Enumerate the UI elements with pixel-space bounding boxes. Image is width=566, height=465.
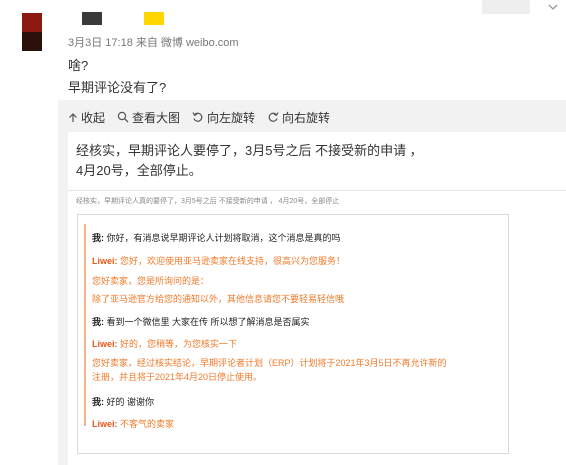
chat-message: 注册，并且将于2021年4月20日停止使用。 [92,371,262,383]
collapse-button[interactable]: 收起 [68,109,105,126]
image-headline: 经核实，早期评论人要停了，3月5号之后 不接受新的申请 ，4月20号，全部停止。 [76,143,423,178]
chat-speaker: Liwei: [92,256,118,266]
magnifier-icon [117,111,129,123]
chat-text: 好的 谢谢你 [106,397,155,407]
rotate-left-label: 向左旋转 [207,110,256,125]
divider [68,190,566,191]
comment-text-line: 啥? [68,58,89,73]
chat-message: 我: 好的 谢谢你 [92,396,154,408]
chat-message: 我: 看到一个微信里 大家在传 所以想了解消息是否属实 [92,316,310,328]
chat-text: 好的，您稍等，为您核实一下 [120,339,238,349]
chat-text: 您好卖家，经过核实结论，早期评论者计划（ERP）计划将于2021年3月5日不再允… [92,358,447,368]
rotate-left-button[interactable]: 向左旋转 [192,109,255,126]
user-badge [144,12,164,25]
chat-message: 除了亚马逊官方给您的通知以外，其他信息请您不要轻易轻信哦 [92,293,344,305]
chat-message: 我: 你好，有消息说早期评论人计划将取消，这个消息是真的吗 [92,232,341,244]
chat-text: 不客气的卖家 [120,419,175,429]
chat-text: 除了亚马逊官方给您的通知以外，其他信息请您不要轻易轻信哦 [92,294,345,304]
rotate-right-label: 向右旋转 [282,110,331,125]
chat-speaker: 我: [92,317,104,327]
chat-text: 看到一个微信里 大家在传 所以想了解消息是否属实 [106,317,310,327]
chat-quote-bar [84,224,86,426]
view-large-button[interactable]: 查看大图 [117,109,180,126]
collapse-label: 收起 [81,110,106,125]
chat-text: 您好，欢迎使用亚马逊卖家在线支持，很高兴为您服务！ [120,256,346,266]
chat-speaker: Liwei: [92,419,118,429]
chat-speaker: 我: [92,233,104,243]
chat-text: 你好，有消息说早期评论人计划将取消，这个消息是真的吗 [106,233,341,243]
image-toolbar: 收起 查看大图 向左旋转 向右旋转 [68,108,342,126]
chat-speaker: Liwei: [92,339,118,349]
comment-text-line: 早期评论没有了? [68,80,167,95]
avatar[interactable] [22,13,42,51]
rotate-right-button[interactable]: 向右旋转 [267,109,330,126]
chat-speaker: 我: [92,397,104,407]
username-redacted[interactable] [82,12,102,25]
image-subline: 经核实，早期评论人真的要停了，3月5号之后 不接受新的申请 ， 4月20号，全部… [76,198,340,205]
chat-message: 您好卖家，经过核实结论，早期评论者计划（ERP）计划将于2021年3月5日不再允… [92,357,447,369]
chat-message: Liwei: 不客气的卖家 [92,418,174,430]
rotate-left-icon [192,112,203,122]
view-large-label: 查看大图 [132,110,181,125]
chat-message: 您好卖家，您是所询问的是： [92,275,209,287]
chevron-down-icon[interactable] [546,0,560,14]
post-meta: 3月3日 17:18 来自 微博 weibo.com [68,37,239,49]
top-action-box[interactable] [482,0,530,14]
chat-message: Liwei: 好的，您稍等，为您核实一下 [92,338,237,350]
chat-text: 注册，并且将于2021年4月20日停止使用。 [92,372,263,382]
chat-message: Liwei: 您好，欢迎使用亚马逊卖家在线支持，很高兴为您服务！ [92,255,345,267]
rotate-right-icon [268,112,279,122]
chat-text: 您好卖家，您是所询问的是： [92,276,210,286]
collapse-icon [69,112,77,122]
